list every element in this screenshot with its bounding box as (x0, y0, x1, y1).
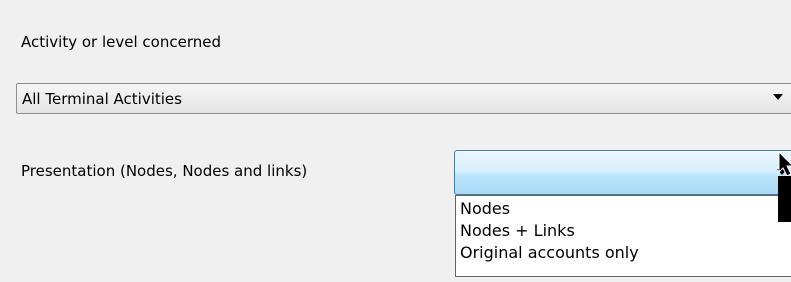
dropdown-option-nodes-links[interactable]: Nodes + Links (456, 220, 791, 242)
activity-select[interactable]: All Terminal Activities (16, 83, 791, 114)
chevron-down-icon[interactable] (773, 94, 783, 100)
dropdown-option-nodes[interactable]: Nodes (456, 198, 791, 220)
presentation-label: Presentation (Nodes, Nodes and links) (21, 162, 308, 180)
activity-select-value: All Terminal Activities (22, 90, 182, 108)
activity-label: Activity or level concerned (21, 33, 221, 51)
presentation-dropdown-list: Nodes Nodes + Links Original accounts on… (455, 195, 791, 277)
mouse-cursor-icon (778, 152, 791, 222)
dropdown-option-original-accounts[interactable]: Original accounts only (456, 242, 791, 264)
presentation-select[interactable] (454, 150, 791, 195)
